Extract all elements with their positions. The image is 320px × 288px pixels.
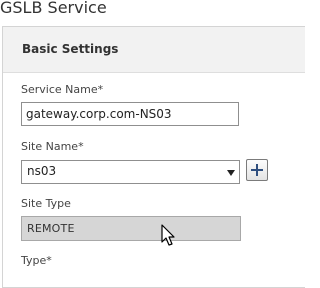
dropdown-arrow-icon <box>227 170 235 176</box>
site-name-selected-value: ns03 <box>27 164 57 178</box>
section-title: Basic Settings <box>22 42 119 56</box>
service-name-input[interactable] <box>21 102 239 126</box>
add-site-button[interactable] <box>246 159 268 181</box>
site-type-value: REMOTE <box>27 222 75 235</box>
type-label: Type* <box>21 254 52 267</box>
site-name-label: Site Name* <box>21 140 84 153</box>
page-title: GSLB Service <box>0 0 107 17</box>
site-type-field: REMOTE <box>21 216 241 241</box>
service-name-label: Service Name* <box>21 83 104 96</box>
mouse-cursor-icon <box>161 224 175 246</box>
basic-settings-panel: Basic Settings <box>2 26 305 288</box>
site-type-label: Site Type <box>21 197 71 210</box>
site-name-select[interactable]: ns03 <box>21 160 240 184</box>
panel-header: Basic Settings <box>3 27 305 73</box>
plus-icon <box>251 164 263 176</box>
